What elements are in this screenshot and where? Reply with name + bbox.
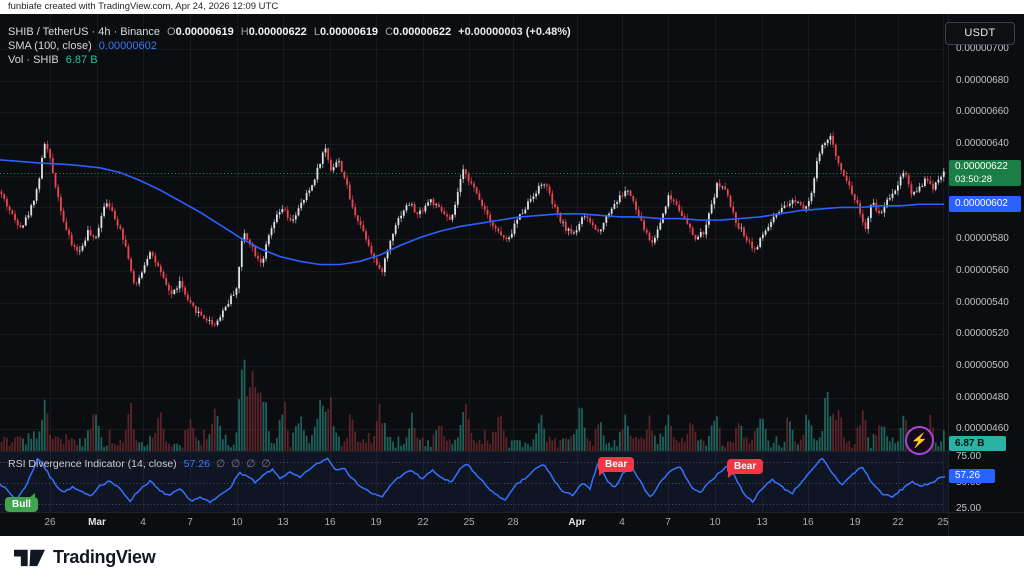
rsi-empty-glyph: ∅ [216,458,225,470]
volume-label[interactable]: Vol · SHIB [8,54,59,66]
tradingview-wordmark: TradingView [53,547,155,568]
ohlc-value: 0.00000619 [320,26,378,38]
footer-bar: TradingView [0,536,1024,578]
price-axis-label: 0.00000540 [956,297,1009,308]
time-axis-separator [0,512,1024,513]
time-axis-month-label: Mar [88,517,106,528]
price-axis-label: 0.00000500 [956,360,1009,371]
symbol-legend-row[interactable]: SHIB / TetherUS · 4h · BinanceO0.0000061… [8,26,571,38]
time-axis-label: 22 [892,517,903,528]
chart-area: SHIB / TetherUS · 4h · BinanceO0.0000061… [0,14,1024,536]
rsi-legend-row[interactable]: RSI Divergence Indicator (14, close) 57.2… [8,458,271,470]
sma-price-badge: 0.00000602 [949,196,1021,212]
sma-legend-row[interactable]: SMA (100, close) 0.00000602 [8,40,157,52]
tradingview-logo[interactable]: TradingView [14,545,155,569]
attribution-text: funbiafe created with TradingView.com, A… [8,1,278,12]
time-axis-label: 22 [417,517,428,528]
time-axis-label: 10 [231,517,242,528]
ohlc-letter: O [167,26,176,38]
time-axis-label: 25 [937,517,948,528]
time-axis-label: 13 [756,517,767,528]
currency-toggle-button[interactable]: USDT [945,22,1015,45]
last-price-badge: 0.00000622 03:50:28 [949,160,1021,186]
bar-countdown: 03:50:28 [955,173,1021,186]
time-axis-month-label: Apr [568,517,585,528]
rsi-indicator-title[interactable]: RSI Divergence Indicator (14, close) [8,458,177,470]
price-axis-label: 0.00000640 [956,138,1009,149]
sma-label[interactable]: SMA (100, close) [8,40,92,52]
time-axis-label: 25 [463,517,474,528]
time-axis-label: 4 [619,517,625,528]
bear-divergence-label: Bear [598,457,634,472]
time-axis-label: 13 [277,517,288,528]
price-axis-label: 0.00000660 [956,106,1009,117]
sma-value: 0.00000602 [99,40,157,52]
time-axis-label: 19 [849,517,860,528]
time-axis-label: 16 [324,517,335,528]
ohlc-letter: H [241,26,249,38]
time-axis-label: 7 [665,517,671,528]
time-axis-label: 28 [507,517,518,528]
tradingview-snapshot: funbiafe created with TradingView.com, A… [0,0,1024,578]
volume-value: 6.87 B [66,54,98,66]
rsi-empty-glyph: ∅ [246,458,255,470]
time-axis-label: 26 [44,517,55,528]
price-chart-canvas[interactable] [0,14,948,512]
ohlc-letter: C [385,26,393,38]
time-axis-label: 16 [802,517,813,528]
bear-divergence-label: Bear [727,459,763,474]
ohlc-value: 0.00000622 [393,26,451,38]
volume-legend-row[interactable]: Vol · SHIB 6.87 B [8,54,98,66]
last-price-value: 0.00000622 [955,160,1021,173]
flash-reaction-icon[interactable]: ⚡ [905,426,934,455]
rsi-empty-values: ∅ ∅ ∅ ∅ [210,458,271,470]
tradingview-logo-mark [14,545,45,569]
ohlc-value: 0.00000619 [176,26,234,38]
ohlc-values: O0.00000619H0.00000622L0.00000619C0.0000… [160,26,451,38]
ohlc-value: 0.00000622 [249,26,307,38]
rsi-value-badge: 57.26 [949,469,995,483]
price-axis-label: 0.00000520 [956,328,1009,339]
price-axis-label: 0.00000580 [956,233,1009,244]
bull-divergence-label: Bull [5,497,38,512]
rsi-empty-glyph: ∅ [261,458,270,470]
rsi-axis-label: 75.00 [956,451,981,462]
price-axis-label: 0.00000460 [956,423,1009,434]
price-axis-label: 0.00000680 [956,75,1009,86]
time-axis-label: 10 [709,517,720,528]
time-axis-label: 4 [140,517,146,528]
time-axis-label: 19 [370,517,381,528]
change-value: +0.00000003 (+0.48%) [458,26,571,38]
rsi-empty-glyph: ∅ [231,458,240,470]
rsi-value: 57.26 [184,458,210,470]
price-axis-label: 0.00000480 [956,392,1009,403]
volume-badge: 6.87 B [949,436,1006,451]
attribution-bar: funbiafe created with TradingView.com, A… [0,0,1024,14]
lightning-glyph: ⚡ [911,432,928,448]
price-axis-label: 0.00000560 [956,265,1009,276]
symbol-title[interactable]: SHIB / TetherUS · 4h · Binance [8,26,160,38]
time-axis-label: 7 [187,517,193,528]
price-axis[interactable]: 0.000007000.000006800.000006600.00000640… [948,14,1024,536]
